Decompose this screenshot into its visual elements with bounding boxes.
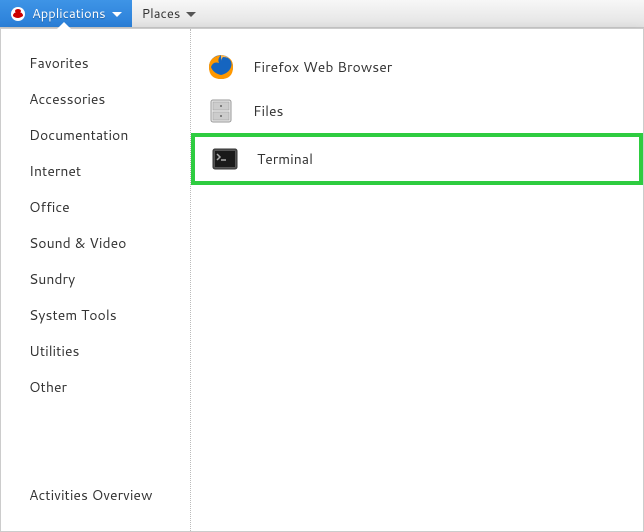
app-files[interactable]: Files [191,89,643,133]
activities-overview-button[interactable]: Activities Overview [1,475,190,515]
app-terminal[interactable]: Terminal [191,133,643,185]
applications-label: Applications [32,5,106,23]
category-office[interactable]: Office [1,189,190,225]
redhat-icon [10,6,26,22]
category-accessories[interactable]: Accessories [1,81,190,117]
places-label: Places [142,5,181,23]
app-firefox[interactable]: Firefox Web Browser [191,45,643,89]
category-other[interactable]: Other [1,369,190,405]
files-icon [207,97,235,125]
category-favorites[interactable]: Favorites [1,45,190,81]
applications-menu-popover: Favorites Accessories Documentation Inte… [0,28,644,532]
app-label: Terminal [257,149,313,169]
chevron-down-icon [112,5,122,23]
category-system-tools[interactable]: System Tools [1,297,190,333]
categories-panel: Favorites Accessories Documentation Inte… [1,29,191,531]
apps-panel: Firefox Web Browser Files Terminal [191,29,643,531]
category-sound-video[interactable]: Sound & Video [1,225,190,261]
category-utilities[interactable]: Utilities [1,333,190,369]
app-label: Files [253,101,283,121]
categories-list: Favorites Accessories Documentation Inte… [1,45,190,475]
places-menu-button[interactable]: Places [132,0,207,27]
chevron-down-icon [186,5,196,23]
category-internet[interactable]: Internet [1,153,190,189]
category-sundry[interactable]: Sundry [1,261,190,297]
firefox-icon [207,53,235,81]
top-panel: Applications Places [0,0,644,28]
terminal-icon [211,145,239,173]
app-label: Firefox Web Browser [253,57,392,77]
category-documentation[interactable]: Documentation [1,117,190,153]
